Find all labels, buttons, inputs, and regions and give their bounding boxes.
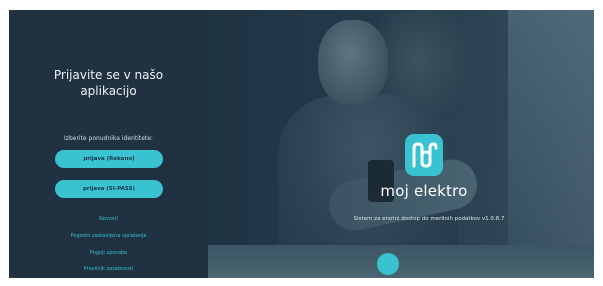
- login-title: Prijavite se v našo aplikacijo: [9, 67, 208, 99]
- login-title-line-2: aplikacijo: [80, 84, 137, 98]
- hero-person-head: [318, 20, 388, 105]
- app-frame: Prijavite se v našo aplikacijo Izberite …: [9, 10, 594, 278]
- terms-of-use-link[interactable]: Pogoji uporabe: [9, 250, 208, 256]
- brand-name: moj elektro: [380, 182, 468, 200]
- faq-link[interactable]: Pogosto zastavljena vprašanja: [9, 233, 208, 239]
- login-panel: Prijavite se v našo aplikacijo Izberite …: [9, 10, 208, 278]
- login-si-pass-button[interactable]: prijava (SI-PASS): [55, 180, 163, 198]
- hero-window-light: [508, 10, 594, 278]
- moj-elektro-logo-icon: [405, 134, 443, 176]
- news-link[interactable]: Novosti: [9, 216, 208, 222]
- privacy-policy-link[interactable]: Pravilnik zasebnosti: [9, 266, 208, 272]
- login-title-line-1: Prijavite se v našo: [53, 68, 164, 82]
- identity-provider-prompt: Izberite ponudnika identitete:: [64, 135, 153, 142]
- login-rekono-button[interactable]: prijava (Rekono): [55, 150, 163, 168]
- brand-tagline: Sistem za enotni dostop do merilnih poda…: [353, 216, 505, 222]
- hero-table: [208, 245, 594, 278]
- hero-background: moj elektro Sistem za enotni dostop do m…: [208, 10, 594, 278]
- help-chat-button[interactable]: [377, 253, 399, 275]
